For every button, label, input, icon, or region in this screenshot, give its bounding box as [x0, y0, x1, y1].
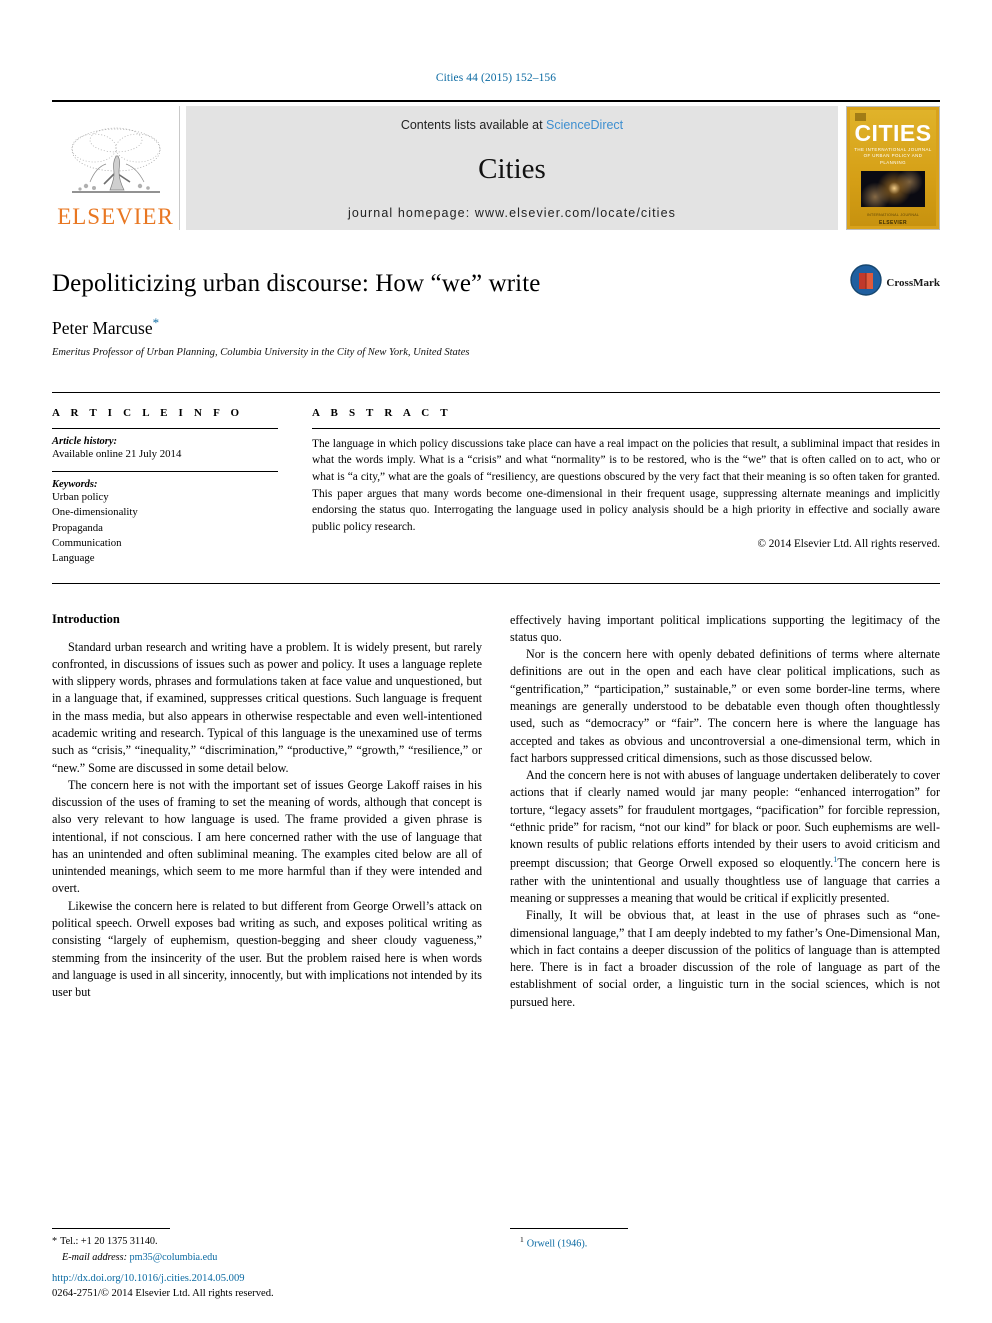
tel-text: Tel.: +1 20 1375 31140. — [60, 1236, 158, 1248]
abstract-text: The language in which policy discussions… — [312, 437, 940, 533]
divider — [52, 470, 278, 472]
footnote-citation-link[interactable]: Orwell (1946). — [527, 1239, 588, 1250]
keyword-item: One-dimensionality — [52, 506, 138, 519]
email-link[interactable]: pm35@columbia.edu — [130, 1252, 218, 1263]
body-columns: Introduction Standard urban research and… — [52, 612, 940, 1012]
paragraph-text: And the concern here is not with abuses … — [510, 768, 940, 871]
footnote-divider — [510, 1228, 628, 1230]
body-column-right: effectively having important political i… — [510, 612, 940, 1012]
info-abstract-block: A R T I C L E I N F O Article history: A… — [52, 391, 940, 584]
paragraph: Standard urban research and writing have… — [52, 639, 482, 775]
issn-copyright-line: 0264-2751/© 2014 Elsevier Ltd. All right… — [52, 1287, 274, 1299]
cover-footer-small: INTERNATIONAL JOURNAL — [866, 213, 920, 217]
keyword-item: Urban policy — [52, 490, 109, 503]
body-column-left: Introduction Standard urban research and… — [52, 612, 482, 1012]
cover-title: CITIES — [854, 119, 932, 146]
author-affiliation: Emeritus Professor of Urban Planning, Co… — [52, 346, 470, 358]
title-block: CrossMark Depoliticizing urban discourse… — [52, 264, 940, 358]
author-footnote-marker[interactable]: * — [153, 315, 160, 330]
elsevier-wordmark: ELSEVIER — [57, 204, 174, 229]
divider — [52, 427, 278, 429]
author-label: Peter Marcuse — [52, 317, 153, 338]
page-title: Depoliticizing urban discourse: How “we”… — [52, 270, 541, 297]
crossmark-label: CrossMark — [886, 276, 940, 289]
keyword-item: Propaganda — [52, 521, 103, 534]
paragraph-with-footnote: And the concern here is not with abuses … — [510, 767, 940, 907]
author-name: Peter Marcuse* — [52, 315, 940, 339]
keywords-list: Urban policy One-dimensionality Propagan… — [52, 490, 292, 567]
keywords-label: Keywords: — [52, 478, 98, 490]
crossmark-badge[interactable]: CrossMark — [850, 264, 940, 301]
abstract-copyright: © 2014 Elsevier Ltd. All rights reserved… — [757, 538, 941, 551]
footnote-divider — [52, 1228, 170, 1230]
running-head: Cities 44 (2015) 152–156 — [435, 72, 557, 84]
article-info-column: A R T I C L E I N F O Article history: A… — [52, 407, 308, 567]
cover-subtitle: THE INTERNATIONAL JOURNAL OF URBAN POLIC… — [854, 146, 932, 165]
sciencedirect-link[interactable]: ScienceDirect — [546, 118, 623, 132]
doi-link[interactable]: http://dx.doi.org/10.1016/j.cities.2014.… — [52, 1271, 274, 1286]
article-history-label: Article history: — [52, 435, 118, 447]
journal-cover-thumbnail: CITIES THE INTERNATIONAL JOURNAL OF URBA… — [846, 106, 940, 230]
paragraph: The concern here is not with the importa… — [52, 777, 482, 896]
crossmark-icon — [850, 264, 883, 301]
footnote-number: 1 — [520, 1235, 524, 1245]
footnotes-area: * Tel.: +1 20 1375 31140. E-mail address:… — [52, 1228, 940, 1299]
journal-masthead: ELSEVIER Contents lists available at Sci… — [52, 100, 940, 230]
cover-elsevier-icon — [855, 113, 866, 121]
paragraph: Nor is the concern here with openly deba… — [510, 647, 940, 765]
cover-city-lights-image — [861, 171, 925, 207]
section-title-introduction: Introduction — [52, 611, 120, 626]
journal-homepage-line[interactable]: journal homepage: www.elsevier.com/locat… — [348, 206, 676, 220]
keyword-item: Language — [52, 552, 95, 565]
elsevier-tree-icon — [64, 124, 168, 204]
footnote-1: 1 Orwell (1946). — [510, 1234, 940, 1252]
abstract-heading: A B S T R A C T — [312, 406, 452, 419]
contents-prefix: Contents lists available at — [400, 118, 547, 132]
elsevier-logo: ELSEVIER — [52, 106, 180, 230]
article-history-value: Available online 21 July 2014 — [52, 447, 182, 460]
contents-available-line: Contents lists available at ScienceDirec… — [401, 118, 623, 132]
footnote-column-left: * Tel.: +1 20 1375 31140. E-mail address:… — [52, 1228, 482, 1299]
article-page: Cities 44 (2015) 152–156 ELSEVIER Conten… — [0, 0, 992, 1323]
corresponding-author-email: E-mail address: pm35@columbia.edu — [52, 1250, 482, 1265]
footnote-column-right: 1 Orwell (1946). — [510, 1228, 940, 1265]
journal-banner: Contents lists available at ScienceDirec… — [186, 106, 838, 230]
divider — [312, 427, 940, 429]
doi-block: http://dx.doi.org/10.1016/j.cities.2014.… — [52, 1271, 274, 1301]
article-info-heading: A R T I C L E I N F O — [52, 406, 244, 419]
cover-footer-brand: ELSEVIER — [879, 220, 907, 226]
corresponding-author-tel: * Tel.: +1 20 1375 31140. — [52, 1234, 482, 1249]
keyword-item: Communication — [52, 536, 122, 549]
paragraph: Finally, It will be obvious that, at lea… — [510, 908, 940, 1009]
paragraph: Likewise the concern here is related to … — [52, 898, 482, 1000]
abstract-column: A B S T R A C T The language in which po… — [308, 407, 940, 567]
paragraph: effectively having important political i… — [510, 612, 940, 644]
journal-name: Cities — [478, 152, 546, 185]
footnote-star-marker: * — [52, 1236, 58, 1248]
email-label: E-mail address: — [62, 1251, 127, 1263]
